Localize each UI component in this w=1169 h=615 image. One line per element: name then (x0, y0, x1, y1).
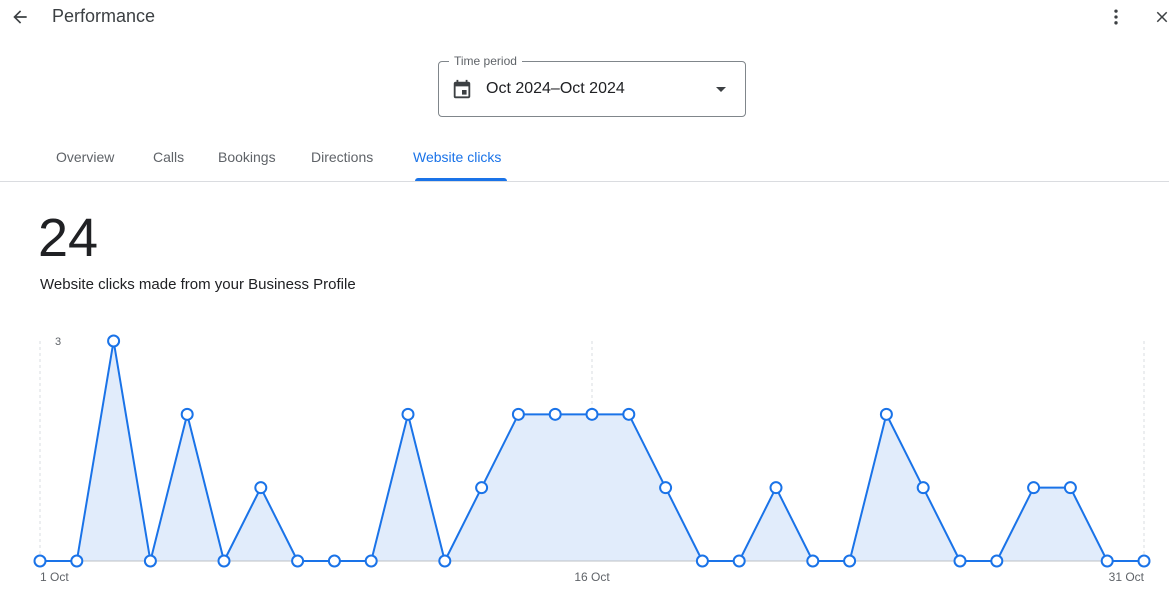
close-button[interactable] (1150, 5, 1169, 29)
data-point (843, 554, 857, 568)
x-tick-label: 16 Oct (574, 570, 610, 584)
time-period-select[interactable]: Time period Oct 2024–Oct 2024 (438, 54, 746, 117)
tab-directions[interactable]: Directions (311, 149, 373, 165)
time-period-value: Oct 2024–Oct 2024 (486, 80, 625, 97)
data-point (1027, 481, 1041, 495)
data-point (401, 407, 415, 421)
data-point (1100, 554, 1114, 568)
data-point (1137, 554, 1151, 568)
data-point (511, 407, 525, 421)
data-point (438, 554, 452, 568)
y-tick-label: 3 (55, 336, 61, 348)
website-clicks-chart: 31 Oct 16 Oct 31 Oct (33, 334, 1151, 584)
time-period-label: Time period (449, 54, 522, 68)
data-point (70, 554, 84, 568)
active-tab-indicator (415, 178, 507, 181)
tab-bookings[interactable]: Bookings (218, 149, 276, 165)
more-vert-icon (1114, 9, 1118, 25)
total-clicks-value: 24 (38, 208, 99, 268)
data-point (107, 334, 121, 348)
arrow-back-icon (13, 10, 27, 24)
page-title: Performance (52, 6, 156, 26)
data-point (806, 554, 820, 568)
chevron-down-icon (716, 87, 726, 92)
data-point (879, 407, 893, 421)
tab-overview[interactable]: Overview (56, 149, 114, 165)
data-point (1063, 481, 1077, 495)
data-point (327, 554, 341, 568)
data-point (143, 554, 157, 568)
x-tick-label: 1 Oct (40, 570, 69, 584)
data-point (916, 481, 930, 495)
data-point (364, 554, 378, 568)
data-point (695, 554, 709, 568)
data-point (475, 481, 489, 495)
calendar-icon (453, 79, 471, 99)
data-point (548, 407, 562, 421)
more-options-button[interactable] (1104, 5, 1128, 29)
data-point (254, 481, 268, 495)
data-point (180, 407, 194, 421)
data-point (953, 554, 967, 568)
area-fill (40, 341, 1144, 561)
tab-website-clicks[interactable]: Website clicks (413, 149, 501, 165)
tab-calls[interactable]: Calls (153, 149, 184, 165)
data-point (622, 407, 636, 421)
total-clicks-description: Website clicks made from your Business P… (40, 276, 356, 293)
back-button[interactable] (6, 3, 34, 31)
x-tick-label: 31 Oct (1109, 570, 1145, 584)
tab-bar: Overview Calls Bookings Directions Websi… (0, 134, 1169, 182)
data-point (291, 554, 305, 568)
data-point (33, 554, 47, 568)
data-point (217, 554, 231, 568)
data-point (585, 407, 599, 421)
data-point (732, 554, 746, 568)
data-point (659, 481, 673, 495)
data-point (769, 481, 783, 495)
top-bar: Performance (0, 0, 1169, 36)
data-point (990, 554, 1004, 568)
close-icon (1156, 11, 1168, 23)
